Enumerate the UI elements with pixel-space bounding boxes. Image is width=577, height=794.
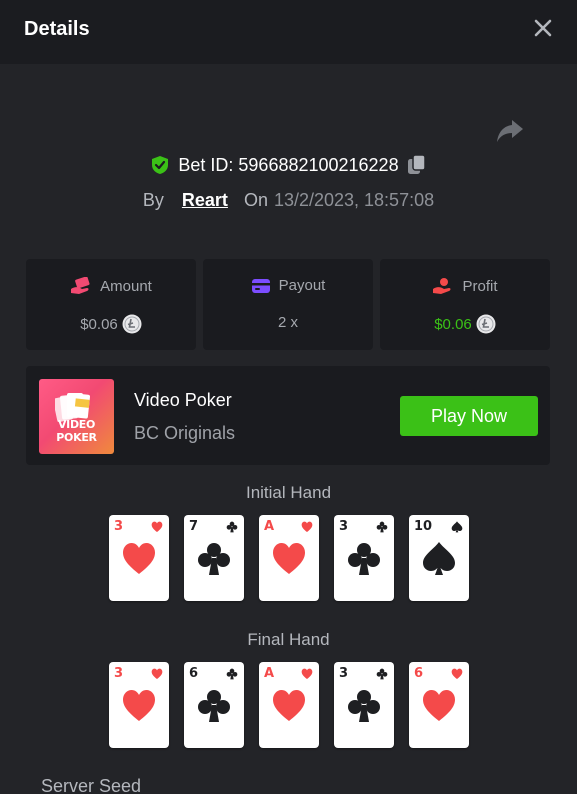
modal-title: Details bbox=[24, 18, 90, 40]
card-rank: 6 bbox=[414, 666, 424, 681]
heart-suit-icon bbox=[273, 543, 305, 574]
bet-stats: Amount $0.06 Payout 2 x Profit $0.06 bbox=[26, 259, 550, 350]
profit-stat: Profit $0.06 bbox=[380, 259, 550, 350]
card-rank: A bbox=[264, 519, 275, 534]
club-icon bbox=[376, 668, 388, 680]
amount-stat: Amount $0.06 bbox=[26, 259, 196, 350]
heart-suit-icon bbox=[123, 543, 155, 574]
final-hand-label: Final Hand bbox=[247, 630, 330, 649]
club-icon bbox=[226, 668, 238, 680]
card-rank: 10 bbox=[414, 519, 433, 534]
playing-card: 6 bbox=[184, 662, 244, 748]
payout-label: Payout bbox=[278, 277, 326, 294]
final-hand: 3 6 A 3 6 bbox=[109, 662, 469, 748]
hand-money-icon bbox=[71, 277, 90, 294]
profit-label: Profit bbox=[462, 277, 498, 295]
initial-hand-label: Initial Hand bbox=[245, 483, 332, 502]
server-seed-label: Server Seed bbox=[41, 776, 142, 794]
heart-icon bbox=[451, 668, 463, 679]
amount-label: Amount bbox=[100, 277, 152, 295]
playing-card: 10 bbox=[409, 515, 469, 601]
playing-card: A bbox=[259, 515, 319, 601]
playing-card: 3 bbox=[109, 662, 169, 748]
wallet-card-icon bbox=[251, 278, 270, 293]
copy-icon[interactable] bbox=[407, 154, 427, 176]
share-icon[interactable] bbox=[496, 118, 524, 144]
game-name: Video Poker bbox=[134, 390, 232, 410]
game-thumbnail-text: VIDEO POKER bbox=[56, 418, 97, 444]
initial-hand: 3 7 A 3 10 bbox=[109, 515, 469, 601]
playing-card: A bbox=[259, 662, 319, 748]
club-icon bbox=[226, 521, 238, 533]
litecoin-icon bbox=[122, 314, 142, 334]
heart-icon bbox=[301, 668, 313, 679]
profit-hand-icon bbox=[433, 278, 451, 294]
spade-icon bbox=[451, 521, 463, 533]
user-link[interactable]: Reart bbox=[182, 190, 228, 211]
game-panel: VIDEO POKER Video Poker BC Originals Pla… bbox=[26, 366, 550, 465]
club-suit-icon bbox=[198, 543, 230, 575]
profit-value: $0.06 bbox=[434, 315, 472, 333]
heart-icon bbox=[301, 521, 313, 532]
heart-icon bbox=[151, 668, 163, 679]
litecoin-icon bbox=[476, 314, 496, 334]
club-icon bbox=[376, 521, 388, 533]
card-rank: A bbox=[264, 666, 275, 681]
modal-header: Details bbox=[0, 0, 577, 64]
heart-suit-icon bbox=[123, 690, 155, 721]
club-suit-icon bbox=[198, 690, 230, 722]
on-label: On bbox=[243, 190, 268, 210]
payout-stat: Payout 2 x bbox=[203, 259, 373, 350]
playing-card: 6 bbox=[409, 662, 469, 748]
card-rank: 6 bbox=[189, 666, 199, 681]
heart-icon bbox=[151, 521, 163, 532]
shield-check-icon bbox=[152, 156, 169, 174]
spade-suit-icon bbox=[423, 542, 455, 575]
card-rank: 3 bbox=[114, 666, 124, 681]
card-rank: 3 bbox=[339, 666, 349, 681]
heart-suit-icon bbox=[423, 690, 455, 721]
amount-value: $0.06 bbox=[80, 315, 118, 333]
playing-card: 3 bbox=[109, 515, 169, 601]
heart-suit-icon bbox=[273, 690, 305, 721]
playing-card: 7 bbox=[184, 515, 244, 601]
payout-value: 2 x bbox=[277, 314, 298, 331]
card-rank: 3 bbox=[114, 519, 124, 534]
club-suit-icon bbox=[348, 543, 380, 575]
club-suit-icon bbox=[348, 690, 380, 722]
game-provider: BC Originals bbox=[134, 423, 236, 443]
bet-id-row: Bet ID: 5966882100216228 bbox=[0, 154, 577, 176]
bet-id: Bet ID: 5966882100216228 bbox=[178, 154, 399, 175]
card-rank: 3 bbox=[339, 519, 349, 534]
by-label: By bbox=[142, 190, 164, 210]
bet-meta-row: By Reart On 13/2/2023, 18:57:08 bbox=[0, 190, 577, 211]
game-thumbnail[interactable]: VIDEO POKER bbox=[39, 379, 114, 454]
play-now-button[interactable]: Play Now bbox=[400, 396, 538, 436]
playing-card: 3 bbox=[334, 662, 394, 748]
playing-card: 3 bbox=[334, 515, 394, 601]
close-icon[interactable] bbox=[531, 16, 555, 40]
card-rank: 7 bbox=[189, 519, 199, 534]
bet-date: 13/2/2023, 18:57:08 bbox=[273, 190, 435, 210]
